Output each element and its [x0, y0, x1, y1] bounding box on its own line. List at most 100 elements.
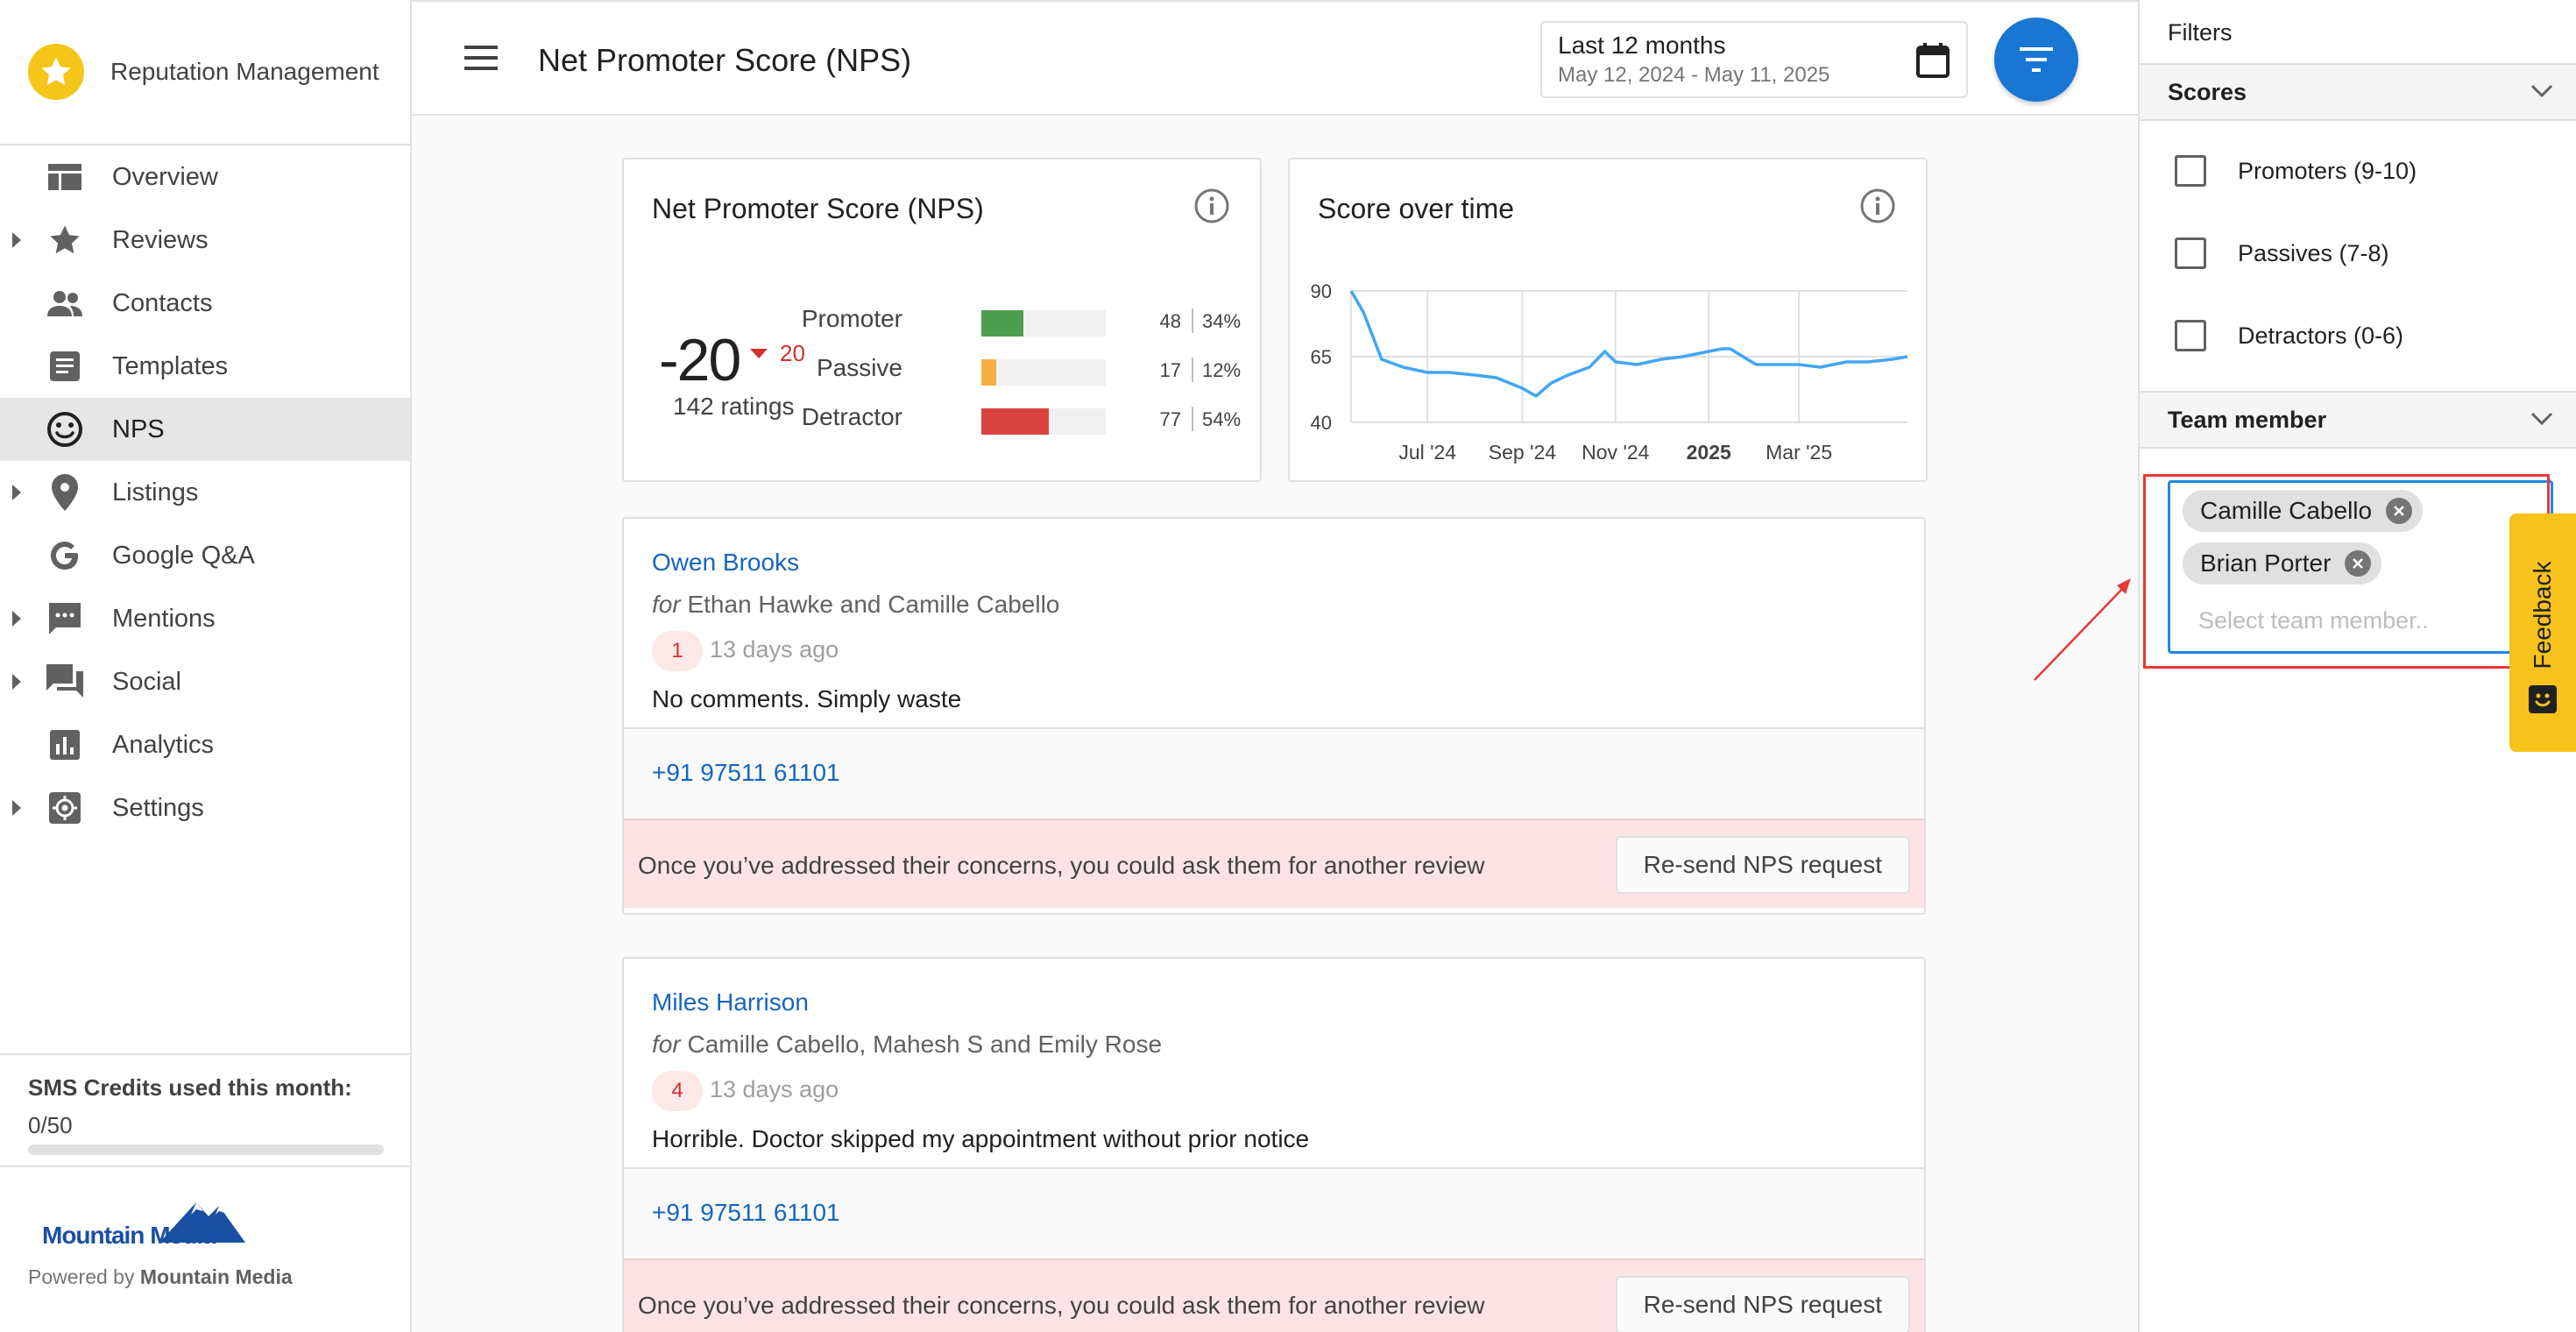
- sms-credits-progress: [28, 1144, 384, 1155]
- scores-section-header[interactable]: Scores: [2140, 63, 2576, 121]
- review-score-badge: 4: [652, 1071, 703, 1111]
- review-note-row: Once you’ve addressed their concerns, yo…: [624, 1258, 1924, 1332]
- y-tick-label: 90: [1311, 280, 1332, 302]
- sidebar-item-mentions[interactable]: Mentions: [0, 587, 410, 650]
- team-member-section-label: Team member: [2168, 407, 2327, 433]
- feedback-smile-icon: [2529, 685, 2557, 718]
- checkbox[interactable]: [2175, 237, 2206, 269]
- divider: [1192, 407, 1193, 431]
- smiley-icon: [46, 410, 84, 449]
- review-score-badge: 1: [652, 631, 703, 671]
- checkbox-detractors[interactable]: Detractors (0-6): [2175, 314, 2403, 358]
- x-tick-label: Nov '24: [1582, 441, 1649, 464]
- location-pin-icon: [46, 473, 84, 512]
- nps-bar: [981, 310, 1106, 337]
- checkbox-promoters[interactable]: Promoters (9-10): [2175, 149, 2417, 193]
- review-card: Miles Harrison for Camille Cabello, Mahe…: [622, 957, 1926, 1332]
- google-icon: [46, 536, 84, 575]
- x-tick-label: Jul '24: [1398, 441, 1456, 464]
- down-arrow-icon: [750, 349, 768, 358]
- filters-title: Filters: [2168, 19, 2233, 46]
- highlight-box: [2143, 474, 2550, 669]
- expand-caret-icon[interactable]: [12, 611, 21, 627]
- sidebar-item-label: Templates: [112, 351, 229, 380]
- sidebar-item-label: Google Q&A: [112, 541, 255, 570]
- sms-credits-value: 0/50: [28, 1112, 73, 1138]
- reviewer-phone-link[interactable]: +91 97511 61101: [652, 759, 840, 787]
- filter-icon: [2020, 47, 2053, 72]
- sidebar-item-listings[interactable]: Listings: [0, 461, 410, 524]
- x-tick-label: 2025: [1687, 441, 1731, 464]
- sidebar-item-label: Settings: [112, 793, 204, 822]
- gear-icon: [46, 789, 84, 827]
- sidebar-item-label: Social: [112, 667, 181, 696]
- review-comment: No comments. Simply waste: [652, 685, 962, 712]
- nps-row-label: Passive: [816, 354, 902, 381]
- sidebar-item-contacts[interactable]: Contacts: [0, 272, 410, 335]
- sidebar-item-analytics[interactable]: Analytics: [0, 713, 410, 776]
- review-time: 13 days ago: [710, 636, 839, 662]
- team-member-section-header[interactable]: Team member: [2140, 391, 2576, 449]
- sidebar-item-google-qa[interactable]: Google Q&A: [0, 524, 410, 587]
- nps-row-detractor: Detractor 77 54%: [799, 394, 1241, 443]
- resend-nps-request-button[interactable]: Re-send NPS request: [1615, 1276, 1910, 1332]
- nps-row-label: Promoter: [801, 305, 902, 332]
- sidebar-item-label: Mentions: [112, 604, 216, 633]
- date-range-label: Last 12 months: [1558, 32, 1726, 59]
- review-time: 13 days ago: [710, 1076, 839, 1102]
- sidebar-item-label: Listings: [112, 478, 199, 507]
- people-icon: [46, 284, 84, 322]
- annotation-arrow-icon: [2034, 578, 2131, 681]
- reviewer-name-link[interactable]: Owen Brooks: [652, 549, 799, 577]
- nps-row-promoter: Promoter 48 34%: [799, 296, 1241, 345]
- review-note: Once you’ve addressed their concerns, yo…: [638, 852, 1485, 879]
- document-icon: [46, 347, 84, 386]
- expand-caret-icon[interactable]: [12, 232, 21, 248]
- reviewer-name-link[interactable]: Miles Harrison: [652, 988, 809, 1017]
- feedback-label: Feedback: [2529, 561, 2556, 670]
- x-tick-label: Sep '24: [1489, 441, 1556, 464]
- sidebar-item-label: Contacts: [112, 288, 213, 317]
- x-tick-label: Mar '25: [1766, 441, 1832, 464]
- checkbox[interactable]: [2175, 155, 2206, 187]
- nps-row-count: 48: [1159, 310, 1181, 332]
- feedback-tab[interactable]: Feedback: [2509, 514, 2576, 752]
- nps-delta: 20: [750, 340, 805, 367]
- expand-caret-icon[interactable]: [12, 485, 21, 500]
- sidebar: Reputation Management Overview Reviews C…: [0, 0, 412, 1332]
- expand-caret-icon[interactable]: [12, 800, 21, 816]
- powered-by: Powered by Mountain Media: [28, 1265, 382, 1289]
- calendar-icon[interactable]: [1915, 42, 1950, 83]
- filter-button[interactable]: [1994, 18, 2078, 102]
- nps-bar-fill: [981, 310, 1024, 337]
- checkbox-label: Passives (7-8): [2238, 239, 2389, 266]
- resend-nps-request-button[interactable]: Re-send NPS request: [1615, 836, 1910, 894]
- checkbox[interactable]: [2175, 320, 2206, 351]
- review-for-prefix: for: [652, 1031, 681, 1058]
- nps-row-percent: 12%: [1202, 359, 1242, 381]
- sidebar-item-overview[interactable]: Overview: [0, 145, 410, 209]
- date-range-picker[interactable]: Last 12 months May 12, 2024 - May 11, 20…: [1540, 21, 1968, 98]
- sidebar-item-nps[interactable]: NPS: [0, 398, 410, 461]
- review-note: Once you’ve addressed their concerns, yo…: [638, 1292, 1485, 1319]
- reviewer-phone-link[interactable]: +91 97511 61101: [652, 1199, 840, 1227]
- expand-caret-icon[interactable]: [12, 674, 21, 690]
- hamburger-menu-icon[interactable]: [464, 46, 498, 72]
- review-note-row: Once you’ve addressed their concerns, yo…: [624, 818, 1924, 908]
- top-header: Net Promoter Score (NPS) Last 12 months …: [412, 0, 2138, 116]
- review-for: for Camille Cabello, Mahesh S and Emily …: [652, 1031, 1162, 1059]
- review-card: Owen Brooks for Ethan Hawke and Camille …: [622, 517, 1926, 915]
- sidebar-item-reviews[interactable]: Reviews: [0, 209, 410, 272]
- info-icon[interactable]: [1193, 188, 1230, 229]
- sidebar-item-templates[interactable]: Templates: [0, 335, 410, 398]
- sidebar-item-social[interactable]: Social: [0, 650, 410, 713]
- date-range-sub: May 12, 2024 - May 11, 2025: [1558, 63, 1830, 87]
- sidebar-item-settings[interactable]: Settings: [0, 776, 410, 840]
- forum-icon: [46, 662, 84, 701]
- sms-credits-title: SMS Credits used this month:: [28, 1074, 352, 1101]
- sms-credits: SMS Credits used this month: 0/50: [0, 1053, 410, 1166]
- divider: [1192, 308, 1193, 333]
- sidebar-item-label: NPS: [112, 414, 165, 443]
- checkbox-passives[interactable]: Passives (7-8): [2175, 231, 2389, 275]
- nps-row-percent: 34%: [1202, 310, 1242, 332]
